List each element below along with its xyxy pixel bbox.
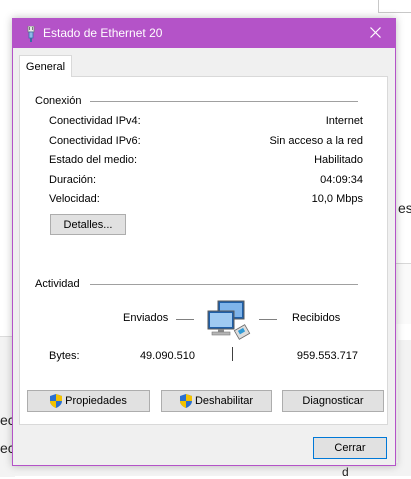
- close-button-label: Cerrar: [334, 442, 366, 454]
- section-divider: [90, 284, 358, 285]
- sent-connector: [176, 319, 194, 320]
- disable-button[interactable]: Deshabilitar: [161, 390, 272, 412]
- disable-button-label: Deshabilitar: [194, 395, 254, 407]
- tab-general[interactable]: General: [19, 55, 72, 77]
- network-computers-icon: [206, 299, 256, 346]
- background-panel-right: [398, 340, 411, 476]
- background-window-edge: [378, 0, 411, 13]
- bytes-received-value: 959.553.717: [296, 350, 358, 362]
- duration-value: 04:09:34: [320, 174, 363, 186]
- close-button[interactable]: Cerrar: [313, 437, 387, 459]
- media-state-value: Habilitado: [314, 154, 363, 166]
- received-connector: [259, 319, 277, 320]
- general-panel: Conexión Conectividad IPv4: Internet Con…: [19, 76, 388, 425]
- uac-shield-icon: [50, 394, 63, 408]
- diagnose-button-label: Diagnosticar: [302, 395, 364, 407]
- ipv4-value: Internet: [325, 115, 363, 127]
- diagnose-button[interactable]: Diagnosticar: [282, 390, 384, 412]
- ipv6-value: Sin acceso a la red: [269, 135, 363, 147]
- bytes-label: Bytes:: [49, 350, 80, 362]
- ethernet-status-dialog: Estado de Ethernet 20 General Conexión C…: [12, 18, 396, 466]
- bytes-separator: [232, 347, 233, 361]
- bytes-sent-value: 49.090.510: [139, 350, 195, 362]
- section-title-activity: Actividad: [35, 278, 80, 290]
- speed-label: Velocidad:: [49, 193, 100, 205]
- received-label: Recibidos: [292, 312, 341, 324]
- section-divider: [90, 101, 358, 102]
- properties-button-label: Propiedades: [65, 395, 127, 407]
- tab-label: General: [25, 60, 66, 73]
- details-button-label: Detalles...: [63, 218, 113, 231]
- background-window-edge-2: [396, 263, 411, 324]
- close-icon: [369, 26, 381, 41]
- speed-value: 10,0 Mbps: [311, 193, 363, 205]
- properties-button[interactable]: Propiedades: [27, 390, 150, 412]
- title-bar[interactable]: Estado de Ethernet 20: [13, 19, 395, 48]
- window-title: Estado de Ethernet 20: [43, 26, 163, 40]
- media-state-label: Estado del medio:: [49, 154, 138, 166]
- ipv6-label: Conectividad IPv6:: [49, 135, 141, 147]
- ethernet-icon: [25, 25, 37, 42]
- close-window-button[interactable]: [355, 19, 395, 48]
- uac-shield-icon: [179, 394, 192, 408]
- sent-label: Enviados: [123, 312, 169, 324]
- ipv4-label: Conectividad IPv4:: [49, 115, 141, 127]
- background-text: d: [342, 465, 349, 479]
- duration-label: Duración:: [49, 174, 97, 186]
- section-title-connection: Conexión: [35, 95, 82, 107]
- background-text: es: [398, 200, 411, 216]
- details-button[interactable]: Detalles...: [50, 214, 126, 235]
